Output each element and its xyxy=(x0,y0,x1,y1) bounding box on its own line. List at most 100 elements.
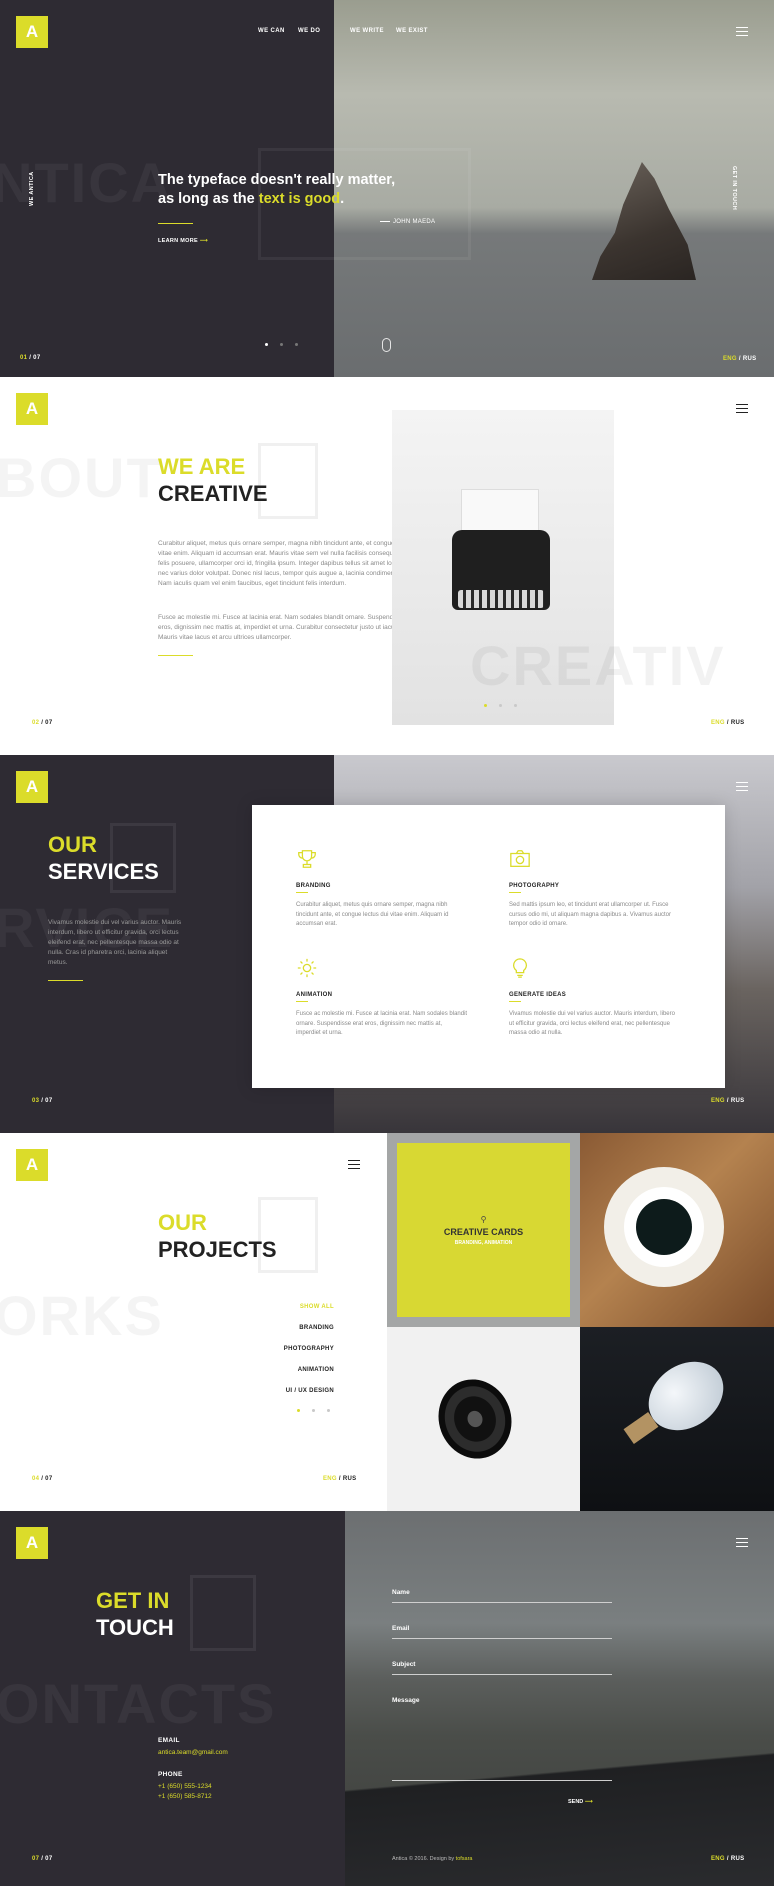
footer-text: Antica © 2016. Design by xyxy=(392,1856,456,1862)
language-switch[interactable]: ENG / RUS xyxy=(723,356,756,362)
ghost-word: ONTACTS xyxy=(0,1672,277,1735)
title-accent: WE ARE xyxy=(158,454,246,479)
ghost-word: ORKS xyxy=(0,1283,164,1348)
language-switch[interactable]: ENG / RUS xyxy=(323,1476,356,1482)
footer-credits: Antica © 2016. Design by tofsara xyxy=(392,1856,473,1862)
filter-branding[interactable]: BRANDING xyxy=(299,1325,334,1331)
language-switch[interactable]: ENG / RUS xyxy=(711,1856,744,1862)
hero-dots[interactable] xyxy=(265,343,298,346)
menu-icon[interactable] xyxy=(736,404,748,414)
lang-active[interactable]: ENG xyxy=(323,1476,337,1482)
project-coffee-cup[interactable] xyxy=(580,1133,774,1327)
service-name: PHOTOGRAPHY xyxy=(509,883,560,889)
dot[interactable] xyxy=(327,1409,330,1412)
contact-slide: ONTACTS A GET IN TOUCH EMAIL antica.team… xyxy=(0,1511,774,1886)
nav-we-can[interactable]: WE CAN xyxy=(258,28,285,34)
side-label-right[interactable]: GET IN TOUCH xyxy=(731,166,737,210)
ghost-word-2: CREATIV xyxy=(470,634,726,697)
arrow-right-icon: ⟶ xyxy=(199,238,208,244)
dot[interactable] xyxy=(297,1409,300,1412)
service-name: GENERATE IDEAS xyxy=(509,992,567,998)
designer-link[interactable]: tofsara xyxy=(456,1856,473,1862)
phone-1[interactable]: +1 (650) 555-1234 xyxy=(158,1782,212,1792)
quote-highlight: text is good xyxy=(258,191,341,207)
menu-icon[interactable] xyxy=(736,1538,748,1548)
email-field[interactable]: Email xyxy=(392,1625,612,1639)
service-photography[interactable]: PHOTOGRAPHY Sed mattis ipsum leo, et tin… xyxy=(509,848,681,930)
dot[interactable] xyxy=(280,343,283,346)
lang-other[interactable]: RUS xyxy=(731,1856,745,1862)
arrow-right-icon: ⟶ xyxy=(584,1799,593,1805)
filter-show-all[interactable]: SHOW ALL xyxy=(300,1304,334,1310)
pager-total: / 07 xyxy=(39,720,53,726)
lang-other[interactable]: RUS xyxy=(731,1098,745,1104)
logo[interactable]: A xyxy=(16,393,48,425)
logo[interactable]: A xyxy=(16,1149,48,1181)
filter-photography[interactable]: PHOTOGRAPHY xyxy=(284,1346,334,1352)
service-generate-ideas[interactable]: GENERATE IDEAS Vivamus molestie dui vel … xyxy=(509,957,681,1039)
dot[interactable] xyxy=(499,704,502,707)
gallery-dots[interactable] xyxy=(484,704,517,707)
message-field[interactable]: Message xyxy=(392,1697,612,1781)
lang-other[interactable]: RUS xyxy=(743,356,757,362)
service-accent xyxy=(509,892,521,893)
menu-icon[interactable] xyxy=(736,782,748,792)
dot[interactable] xyxy=(295,343,298,346)
title-main: TOUCH xyxy=(96,1615,174,1640)
scroll-mouse-icon[interactable] xyxy=(382,338,391,352)
menu-icon[interactable] xyxy=(348,1160,360,1170)
service-text: Vivamus molestie dui vel varius auctor. … xyxy=(509,1011,675,1036)
dot[interactable] xyxy=(484,704,487,707)
lang-other[interactable]: RUS xyxy=(731,720,745,726)
learn-more-link[interactable]: LEARN MORE ⟶ xyxy=(158,238,208,244)
project-lightbulb[interactable] xyxy=(580,1327,774,1511)
lang-active[interactable]: ENG xyxy=(723,356,737,362)
quote-line-2: as long as the xyxy=(158,191,259,207)
decor-frame xyxy=(190,1575,256,1651)
gear-icon xyxy=(297,958,317,978)
quote-author: JOHN MAEDA xyxy=(380,219,435,225)
nav-we-exist[interactable]: WE EXIST xyxy=(396,28,428,34)
dot[interactable] xyxy=(265,343,268,346)
accent-line xyxy=(158,223,193,224)
filter-dots[interactable] xyxy=(297,1409,330,1412)
side-label-left: WE ANTICA xyxy=(29,171,35,206)
language-switch[interactable]: ENG / RUS xyxy=(711,720,744,726)
name-field[interactable]: Name xyxy=(392,1589,612,1603)
about-slide: BOUT A WE ARE CREATIVE Curabitur aliquet… xyxy=(0,377,774,755)
service-animation[interactable]: ANIMATION Fusce ac molestie mi. Fusce at… xyxy=(296,957,468,1039)
service-branding[interactable]: BRANDING Curabitur aliquet, metus quis o… xyxy=(296,848,468,930)
project-creative-cards[interactable]: ⚲ CREATIVE CARDS BRANDING, ANIMATION xyxy=(387,1133,580,1327)
menu-icon[interactable] xyxy=(736,27,748,37)
ghost-word: BOUT xyxy=(0,445,163,510)
nav-we-write[interactable]: WE WRITE xyxy=(350,28,384,34)
lang-active[interactable]: ENG xyxy=(711,1098,725,1104)
accent-line xyxy=(158,655,193,656)
subject-field[interactable]: Subject xyxy=(392,1661,612,1675)
nav-we-do[interactable]: WE DO xyxy=(298,28,320,34)
coffee xyxy=(636,1199,692,1255)
accent-line xyxy=(48,980,83,981)
lang-active[interactable]: ENG xyxy=(711,720,725,726)
phone-2[interactable]: +1 (650) 585-8712 xyxy=(158,1792,212,1802)
service-name: ANIMATION xyxy=(296,992,333,998)
email-link[interactable]: antica.team@gmail.com xyxy=(158,1748,228,1758)
language-switch[interactable]: ENG / RUS xyxy=(711,1098,744,1104)
logo[interactable]: A xyxy=(16,771,48,803)
filter-ui-ux[interactable]: UI / UX DESIGN xyxy=(286,1388,334,1394)
lang-other[interactable]: RUS xyxy=(343,1476,357,1482)
dot[interactable] xyxy=(514,704,517,707)
search-icon[interactable]: ⚲ xyxy=(387,1215,580,1224)
filter-animation[interactable]: ANIMATION xyxy=(298,1367,334,1373)
send-button[interactable]: SEND ⟶ xyxy=(568,1799,593,1805)
dot[interactable] xyxy=(312,1409,315,1412)
pager-total: / 07 xyxy=(27,355,41,361)
logo[interactable]: A xyxy=(16,1527,48,1559)
title-main: CREATIVE xyxy=(158,481,268,506)
lang-active[interactable]: ENG xyxy=(711,1856,725,1862)
title-main: SERVICES xyxy=(48,859,159,884)
slide-pager: 01 / 07 xyxy=(20,355,40,361)
send-label: SEND xyxy=(568,1799,584,1805)
logo[interactable]: A xyxy=(16,16,48,48)
project-camera-lens[interactable] xyxy=(387,1327,580,1511)
